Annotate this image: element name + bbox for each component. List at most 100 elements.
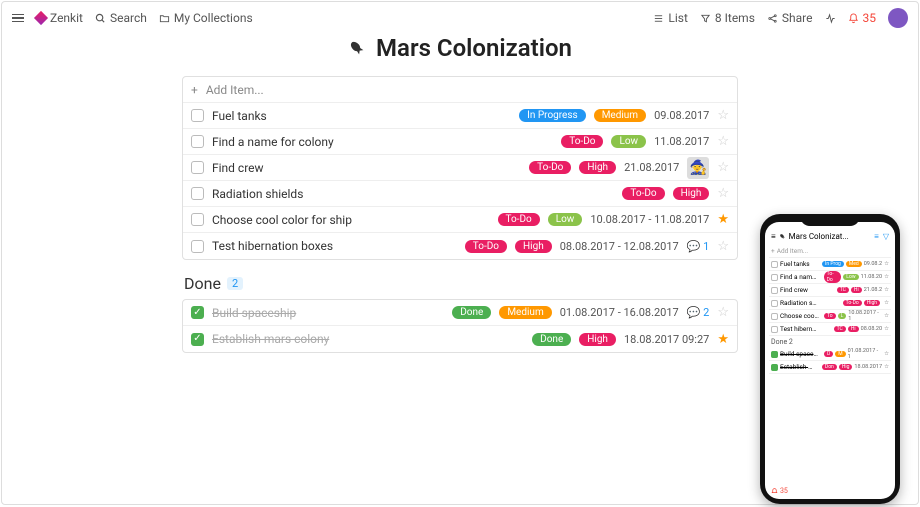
- phone-title: Mars Colonizat...: [789, 232, 849, 241]
- task-title: Establish mars colony: [212, 332, 329, 346]
- page-title-row: Mars Colonization: [2, 34, 918, 62]
- status-pill: To-Do: [498, 213, 540, 226]
- task-row[interactable]: Choose cool color for shipTo-DoLow10.08.…: [183, 207, 737, 233]
- task-row[interactable]: Find a name for colony To-Do Low 11.08.2017…: [183, 129, 737, 155]
- status-pill: To-Do: [622, 187, 664, 200]
- status-pill: To-Do: [561, 135, 603, 148]
- task-checkbox[interactable]: [191, 213, 204, 226]
- task-checkbox[interactable]: [191, 333, 204, 346]
- task-row[interactable]: Test hibernation boxes To-Do High 08.08.201…: [183, 233, 737, 259]
- task-date: 11.08.2017: [654, 135, 709, 148]
- task-list: + Add Item... Fuel tanksIn ProgressMediu…: [182, 76, 738, 260]
- task-date: 21.08.2017: [624, 161, 679, 174]
- task-checkbox[interactable]: [191, 135, 204, 148]
- task-checkbox[interactable]: [191, 161, 204, 174]
- phone-mockup: ≡ Mars Colonizat... ≡ ▽ +Add Item...Fuel …: [760, 214, 900, 504]
- task-checkbox[interactable]: [191, 187, 204, 200]
- menu-icon[interactable]: [12, 14, 24, 23]
- user-avatar[interactable]: [888, 8, 908, 28]
- task-checkbox[interactable]: [191, 306, 204, 319]
- view-list[interactable]: List: [653, 11, 688, 25]
- task-title: Radiation shields: [212, 187, 303, 201]
- priority-pill: High: [579, 161, 616, 174]
- phone-row: Build spaceshipDM01.08.2017 - 1☆: [769, 348, 891, 361]
- task-title: Fuel tanks: [212, 109, 267, 123]
- filter-button[interactable]: 8 Items: [700, 11, 755, 25]
- search-button[interactable]: Search: [95, 11, 147, 25]
- task-row[interactable]: Radiation shields To-Do High ☆: [183, 181, 737, 207]
- phone-row: Fuel tanksIn ProgMed09.08.2☆: [769, 258, 891, 271]
- star-icon[interactable]: ★: [717, 212, 729, 227]
- phone-done-section: Done 2: [769, 336, 891, 348]
- priority-pill: Medium: [594, 109, 646, 122]
- star-icon[interactable]: ☆: [717, 305, 729, 320]
- status-pill: Done: [452, 306, 491, 319]
- phone-list-icon: ≡: [874, 232, 879, 241]
- status-pill: Done: [532, 333, 571, 346]
- phone-add-row: +Add Item...: [769, 245, 891, 258]
- plus-icon: +: [191, 83, 198, 97]
- task-title: Find crew: [212, 161, 264, 175]
- comment-count[interactable]: 💬 2: [687, 306, 710, 319]
- task-row[interactable]: Fuel tanksIn ProgressMedium09.08.2017☆: [183, 103, 737, 129]
- top-bar: Zenkit Search My Collections List 8 Item…: [2, 2, 918, 34]
- star-icon[interactable]: ☆: [717, 108, 729, 123]
- task-title: Find a name for colony: [212, 135, 334, 149]
- phone-row: Establish mars...DonHig18.08.2017☆: [769, 361, 891, 374]
- priority-pill: High: [579, 333, 616, 346]
- diamond-icon: [34, 11, 48, 25]
- activity-icon: [825, 13, 836, 24]
- phone-row: Find crewTCHi21.08.2☆: [769, 284, 891, 297]
- phone-notifications: 35: [765, 483, 895, 499]
- task-checkbox[interactable]: [191, 240, 204, 253]
- page-title: Mars Colonization: [376, 34, 572, 62]
- phone-menu-icon: ≡: [771, 232, 776, 241]
- app-logo[interactable]: Zenkit: [36, 11, 83, 25]
- phone-screen: ≡ Mars Colonizat... ≡ ▽ +Add Item...Fuel …: [765, 222, 895, 499]
- task-checkbox[interactable]: [191, 109, 204, 122]
- assignee-avatar[interactable]: 🧙: [687, 157, 709, 179]
- phone-rocket-icon: [777, 232, 787, 242]
- done-section-header: Done 2: [184, 274, 738, 293]
- task-title: Test hibernation boxes: [212, 239, 333, 253]
- task-row[interactable]: Find crew To-Do High 21.08.2017 🧙 ☆: [183, 155, 737, 181]
- notifications-button[interactable]: 35: [848, 11, 877, 25]
- star-icon[interactable]: ☆: [717, 239, 729, 254]
- folder-icon: [159, 13, 170, 24]
- activity-button[interactable]: [825, 13, 836, 24]
- priority-pill: Medium: [499, 306, 551, 319]
- priority-pill: High: [515, 240, 552, 253]
- phone-row: Choose cool c...ToL10.08.2017 - 1☆: [769, 310, 891, 323]
- star-icon[interactable]: ☆: [717, 186, 729, 201]
- phone-row: Radiation shieldsTo-DoHigh☆: [769, 297, 891, 310]
- task-title: Build spaceship: [212, 306, 296, 320]
- comment-count[interactable]: 💬 1: [687, 240, 710, 253]
- collections-link[interactable]: My Collections: [159, 11, 253, 25]
- filter-icon: [700, 13, 711, 24]
- priority-pill: Low: [611, 135, 646, 148]
- done-count: 2: [227, 277, 243, 290]
- priority-pill: High: [673, 187, 710, 200]
- phone-bell-icon: [771, 488, 778, 495]
- add-item-row[interactable]: + Add Item...: [183, 77, 737, 103]
- task-date: 10.08.2017 - 11.08.2017: [590, 213, 709, 226]
- task-row[interactable]: Establish mars colonyDoneHigh18.08.2017 …: [183, 326, 737, 352]
- status-pill: To-Do: [465, 240, 507, 253]
- phone-filter-icon: ▽: [883, 232, 889, 241]
- app-frame: Zenkit Search My Collections List 8 Item…: [1, 1, 919, 505]
- rocket-icon: [344, 35, 369, 60]
- status-pill: To-Do: [529, 161, 571, 174]
- share-button[interactable]: Share: [767, 11, 813, 25]
- star-icon[interactable]: ☆: [717, 160, 729, 175]
- bell-icon: [848, 13, 859, 24]
- star-icon[interactable]: ☆: [717, 134, 729, 149]
- task-title: Choose cool color for ship: [212, 213, 352, 227]
- task-date: 08.08.2017 - 12.08.2017: [560, 240, 679, 253]
- task-date: 09.08.2017: [654, 109, 709, 122]
- phone-row: Find a name f...To-DoLow11.08.20☆: [769, 271, 891, 284]
- share-icon: [767, 13, 778, 24]
- done-list: Build spaceshipDoneMedium01.08.2017 - 16…: [182, 299, 738, 353]
- star-icon[interactable]: ★: [717, 332, 729, 347]
- done-label: Done: [184, 274, 221, 293]
- task-row[interactable]: Build spaceshipDoneMedium01.08.2017 - 16…: [183, 300, 737, 326]
